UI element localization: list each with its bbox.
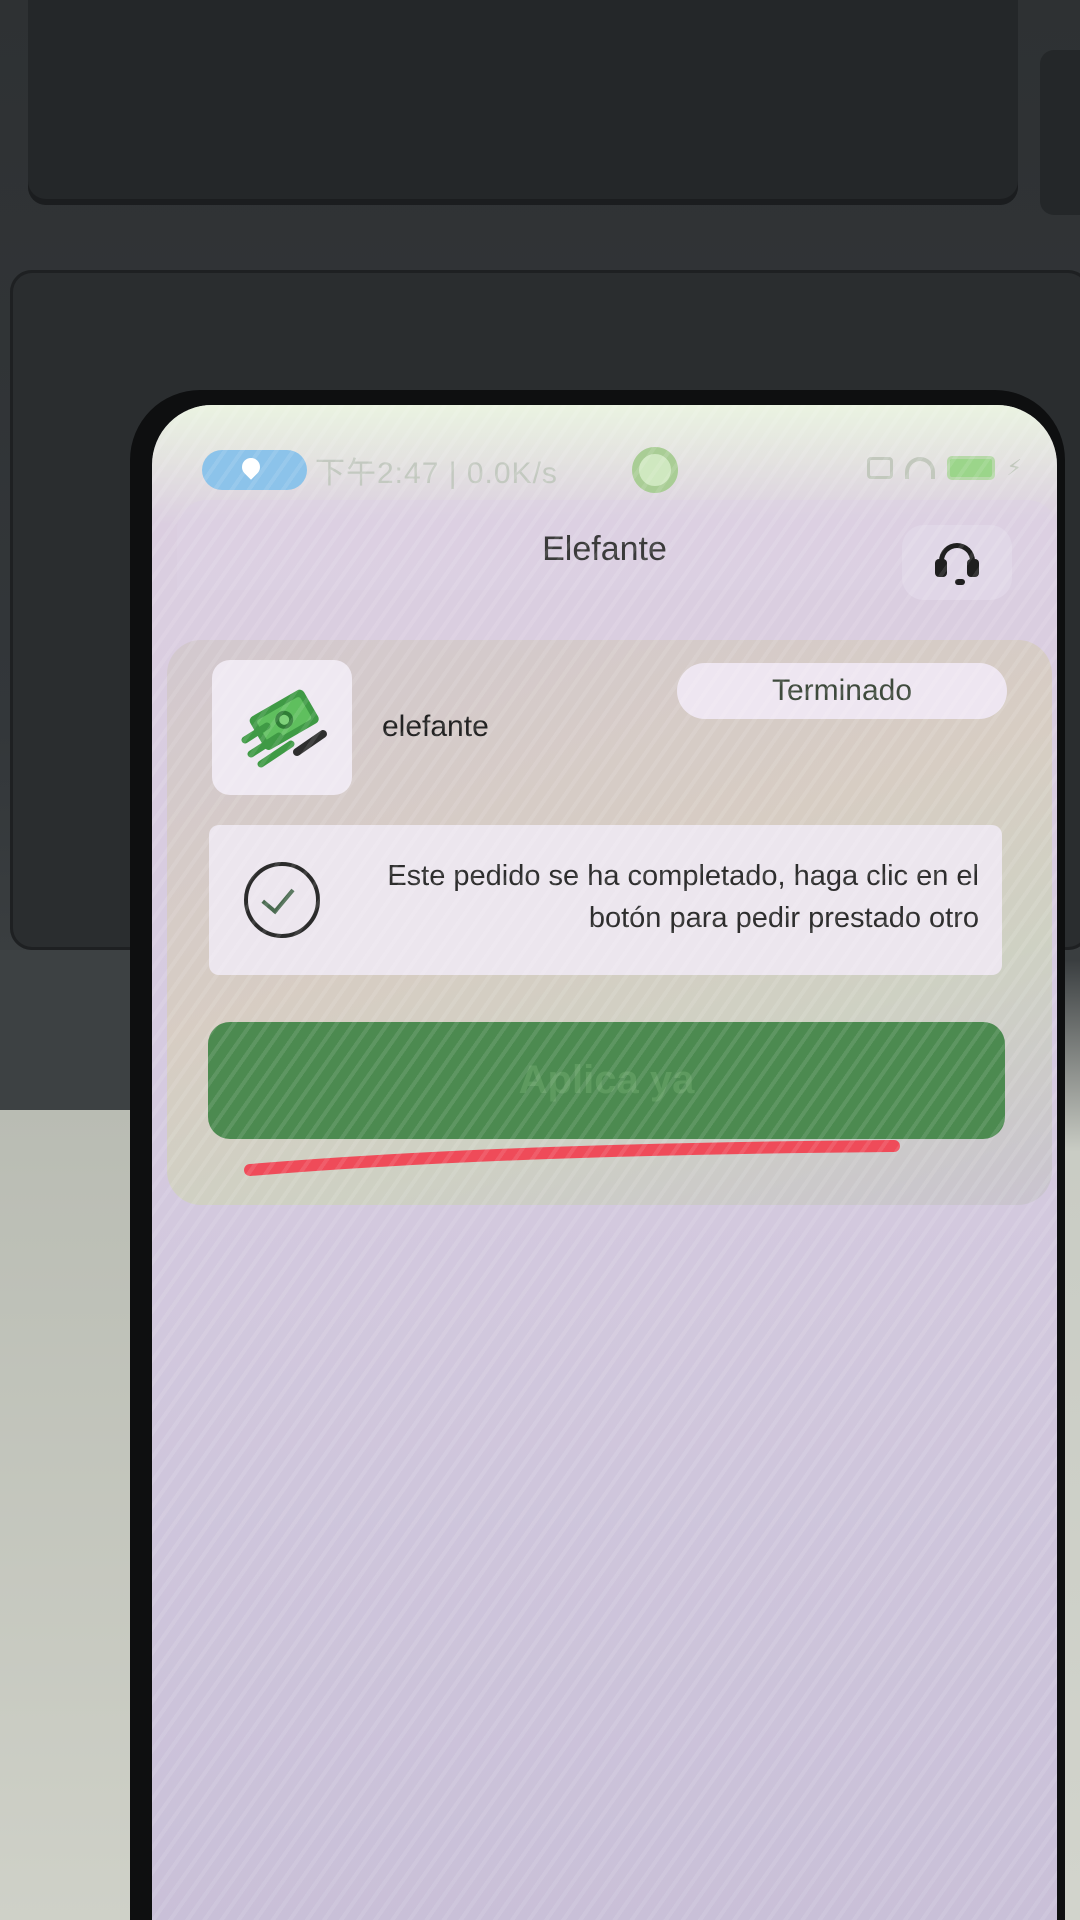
location-pill[interactable] xyxy=(202,450,307,490)
keyboard-key xyxy=(28,0,1018,205)
wifi-icon xyxy=(904,457,935,479)
check-circle-icon xyxy=(244,862,320,938)
battery-icon xyxy=(946,456,995,480)
front-camera xyxy=(632,447,678,493)
order-notice: Este pedido se ha completado, haga clic … xyxy=(209,825,1002,975)
laptop-edge xyxy=(0,950,140,1110)
money-icon xyxy=(241,689,327,767)
desk-surface xyxy=(0,1110,140,1920)
status-icons: ⚡ xyxy=(866,455,1022,481)
customer-support-button[interactable] xyxy=(902,525,1012,600)
red-underline-annotation xyxy=(244,1140,900,1176)
notice-text: Este pedido se ha completado, haga clic … xyxy=(387,860,979,934)
status-time: 下午2:47 | 0.0K/s xyxy=(315,457,558,490)
charging-icon: ⚡ xyxy=(1006,455,1022,480)
phone-screen: 下午2:47 | 0.0K/s ⚡ Elefante elefante Term… xyxy=(152,405,1057,1920)
keyboard-key-right xyxy=(1040,50,1080,215)
apply-now-button[interactable]: Aplica ya xyxy=(208,1022,1005,1139)
sim-icon xyxy=(866,457,893,479)
status-badge: Terminado xyxy=(677,663,1007,719)
status-bar: 下午2:47 | 0.0K/s ⚡ xyxy=(202,445,1022,495)
app-name: elefante xyxy=(382,710,489,743)
headset-icon xyxy=(935,541,979,585)
app-logo xyxy=(212,660,352,795)
location-pin-icon xyxy=(238,454,264,480)
